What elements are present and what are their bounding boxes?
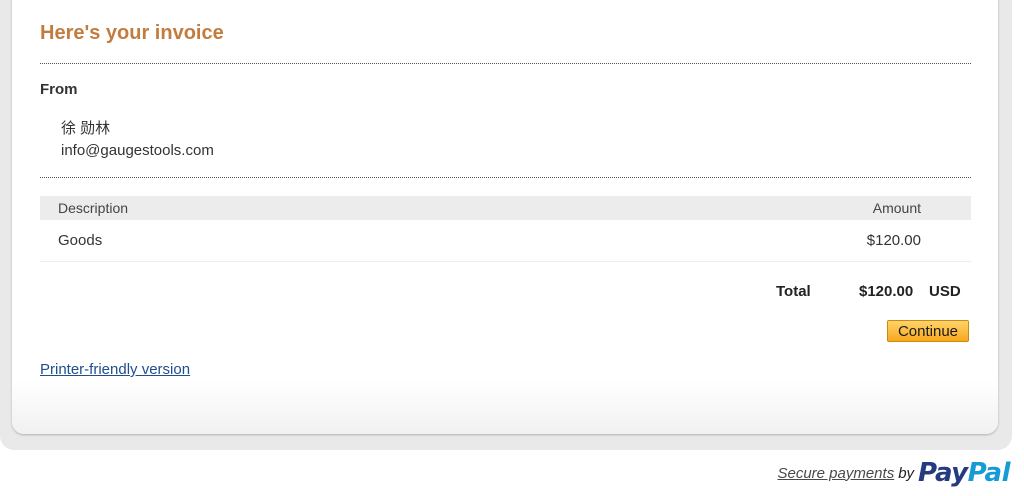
card-footer-shade — [12, 380, 998, 434]
paypal-logo-pay: Pay — [918, 458, 968, 488]
table-row: Goods $120.00 — [40, 220, 971, 262]
by-text: by — [898, 464, 915, 482]
paypal-logo-pal: Pal — [967, 458, 1011, 488]
secure-payments-footer: Secure payments by PayPal — [777, 458, 1010, 488]
total-currency: USD — [929, 283, 961, 300]
row-description: Goods — [58, 232, 103, 249]
table-header: Description Amount — [40, 196, 971, 220]
column-header-amount: Amount — [872, 200, 921, 216]
printer-friendly-link[interactable]: Printer-friendly version — [40, 361, 190, 378]
secure-payments-link[interactable]: Secure payments — [777, 465, 894, 482]
continue-button[interactable]: Continue — [887, 320, 969, 342]
sender-email: info@gaugestools.com — [61, 142, 214, 159]
paypal-logo: PayPal — [918, 460, 1010, 486]
column-header-description: Description — [58, 200, 129, 216]
total-amount: $120.00 — [859, 283, 914, 300]
divider-top — [40, 63, 971, 64]
from-label: From — [40, 81, 78, 98]
sender-name: 徐 勋林 — [61, 120, 111, 137]
invoice-card: Here's your invoice From 徐 勋林 info@gauge… — [12, 0, 998, 434]
invoice-title: Here's your invoice — [40, 22, 224, 44]
total-label: Total — [776, 283, 811, 300]
row-amount: $120.00 — [866, 232, 921, 249]
divider-bottom — [40, 177, 971, 178]
